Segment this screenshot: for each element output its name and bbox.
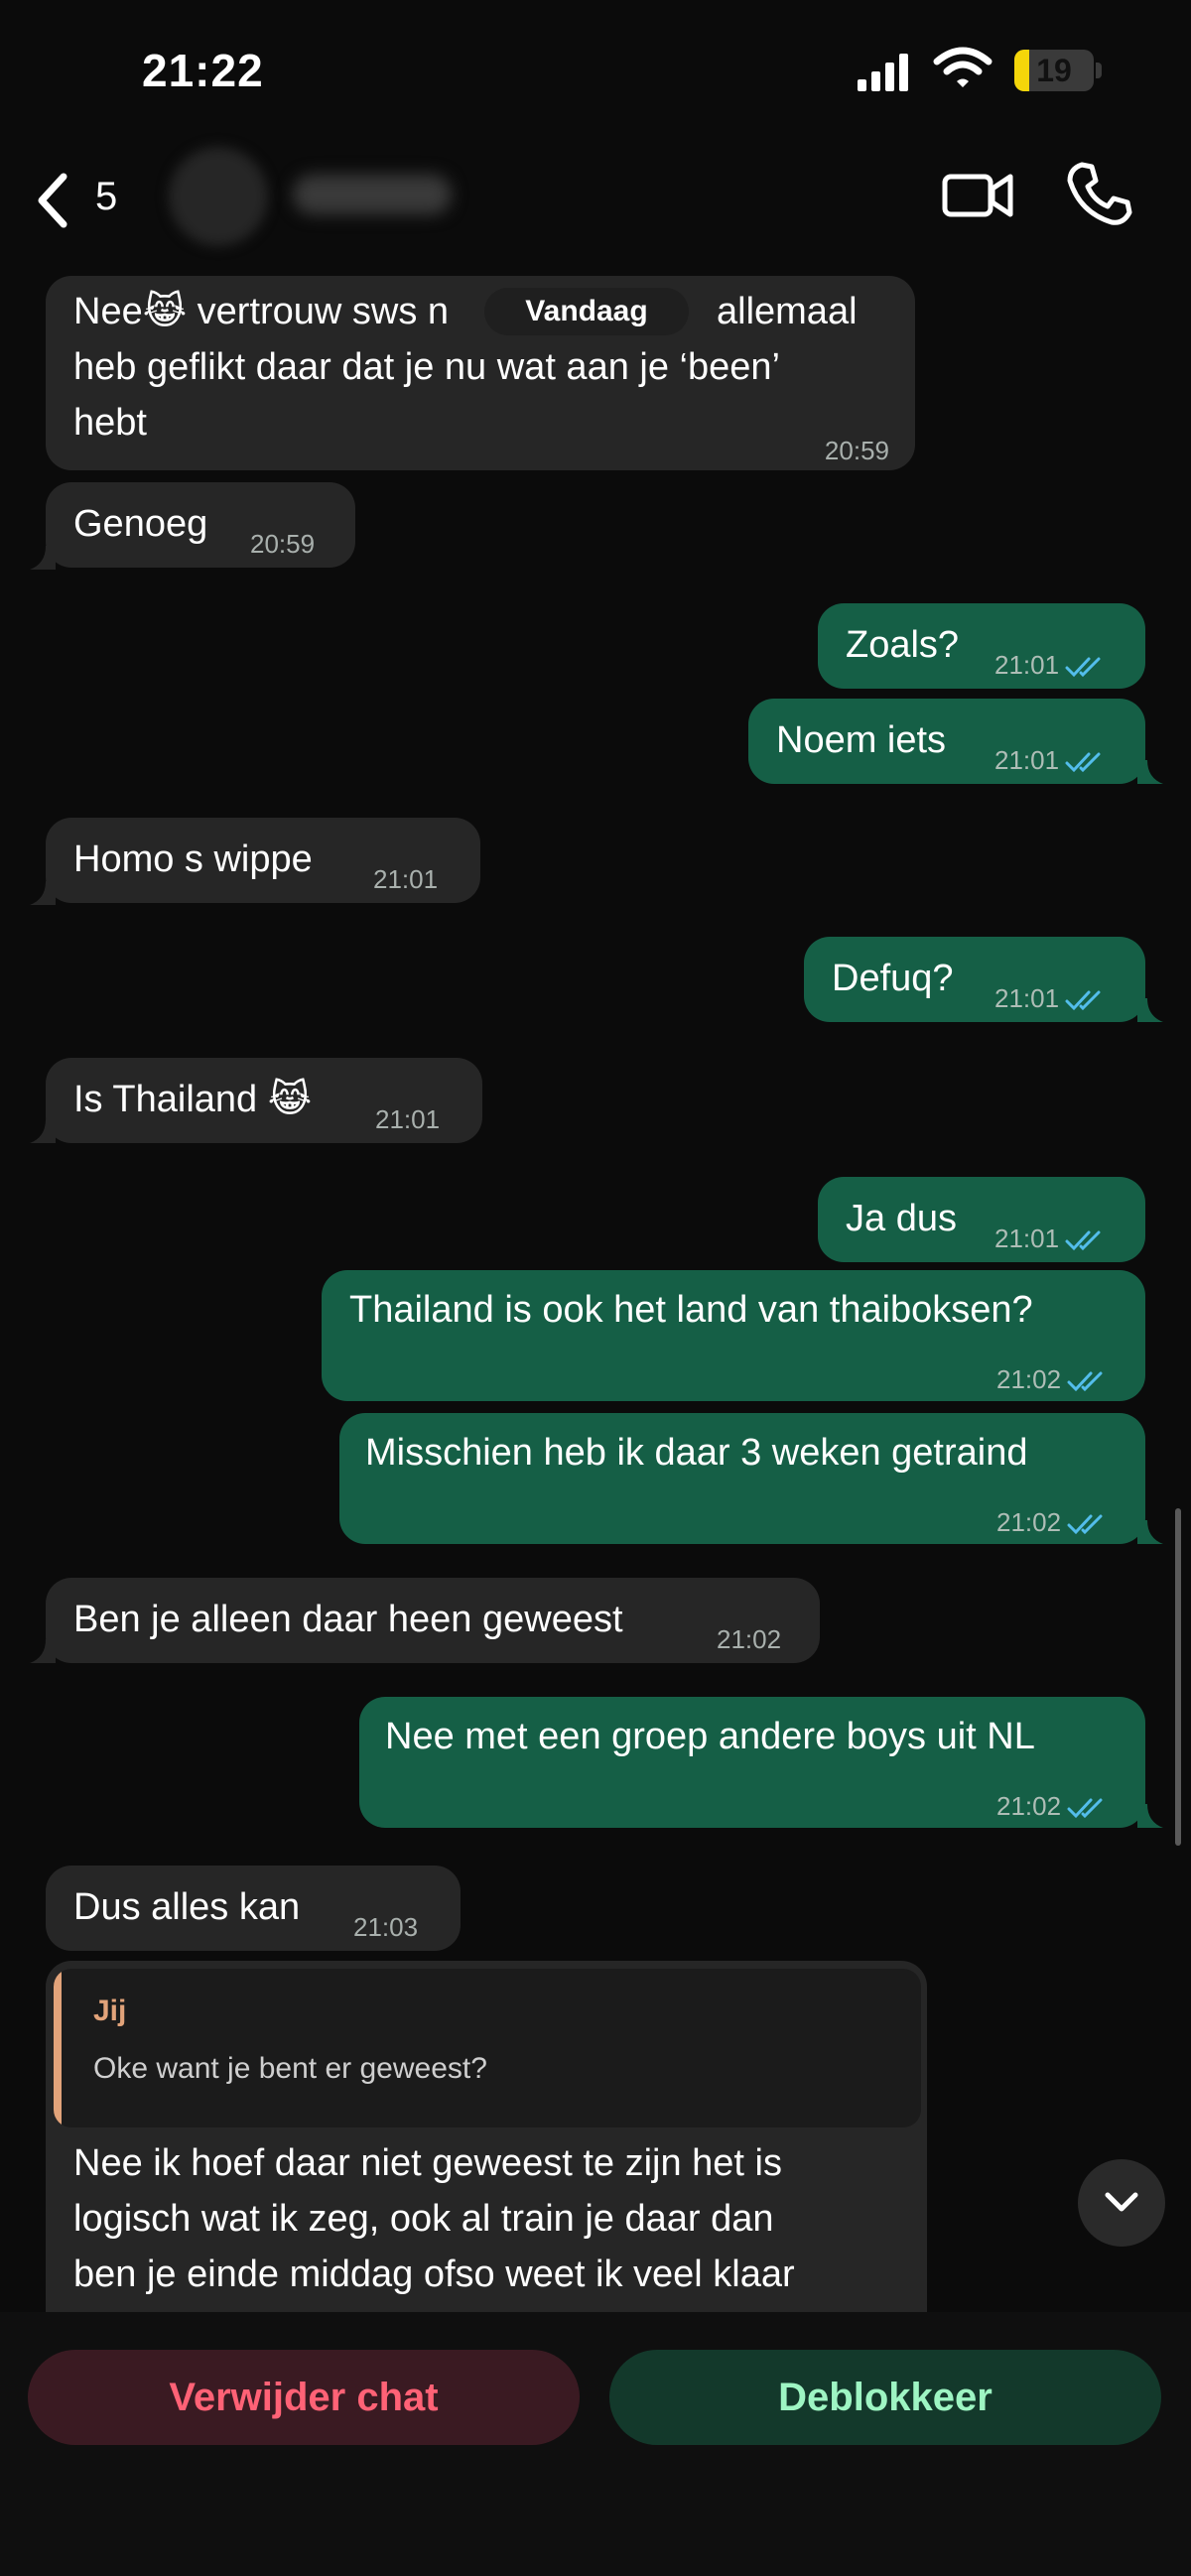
message-text: Zoals? [846,624,960,666]
double-check-icon [1067,1798,1103,1819]
message-time: 21:02 [996,1507,1062,1537]
contact-name[interactable] [293,175,452,214]
unblock-button[interactable]: Deblokkeer [609,2350,1161,2445]
message-bubble-outgoing[interactable]: Noem iets 21:01 [748,699,1145,784]
message-text: Genoeg [73,503,208,545]
battery-level: 19 [1036,53,1072,88]
message-time: 20:59 [250,529,316,559]
scroll-to-bottom-button[interactable] [1078,2159,1165,2247]
message-bubble-outgoing[interactable]: Defuq? 21:01 [804,937,1145,1022]
message-text: Thailand is ook het land van thaiboksen? [349,1289,1033,1331]
message-time: 21:02 [996,1791,1062,1821]
message-list[interactable]: Nee😹 vertrouw sws n allemaal heb geflikt… [0,258,1191,2312]
bubble-tail [1137,760,1163,784]
message-bubble-outgoing[interactable]: Thailand is ook het land van thaiboksen?… [322,1270,1145,1401]
video-camera-icon[interactable] [941,161,1016,230]
bubble-tail [30,881,56,905]
message-text: Nee met een groep andere boys uit NL [385,1716,1035,1757]
message-text: Ja dus [846,1198,957,1239]
message-time: 20:59 [824,436,889,465]
message-text: Is Thailand 😹 [73,1079,313,1120]
message-bubble-outgoing[interactable]: Ja dus 21:01 [818,1177,1145,1262]
blocked-chat-actions: Verwijder chat Deblokkeer [0,2312,1191,2576]
double-check-icon [1067,1371,1103,1392]
message-text: heb geflikt daar dat je nu wat aan je ‘b… [73,346,780,388]
unread-count: 5 [95,175,118,218]
message-text: logisch wat ik zeg, ook al train je daar… [73,2198,774,2240]
date-separator: Vandaag [484,288,689,335]
delete-chat-button[interactable]: Verwijder chat [28,2350,580,2445]
message-bubble-outgoing[interactable]: Nee met een groep andere boys uit NL 21:… [359,1697,1145,1828]
double-check-icon [1067,1514,1103,1535]
reply-quote[interactable]: Jij Oke want je bent er geweest? [54,1969,921,2127]
message-bubble-outgoing[interactable]: Zoals? 21:01 [818,603,1145,689]
message-text: allemaal [717,291,858,332]
bubble-tail [30,1639,56,1663]
chevron-left-icon [38,173,67,228]
quote-text: Oke want je bent er geweest? [93,2052,487,2085]
wifi-icon [933,47,992,87]
bubble-tail [1137,998,1163,1022]
bubble-tail [1137,1804,1163,1828]
chevron-down-icon [1105,2192,1138,2212]
bubble-tail [1137,1520,1163,1544]
message-text: hebt [73,402,147,444]
message-time: 21:01 [373,864,439,894]
message-time: 21:02 [717,1624,782,1654]
message-time: 21:01 [994,650,1060,680]
phone-icon[interactable] [1064,159,1133,228]
message-text: Noem iets [776,719,947,761]
double-check-icon [1065,1230,1101,1251]
message-bubble-outgoing[interactable]: Misschien heb ik daar 3 weken getraind 2… [339,1413,1145,1544]
message-bubble-incoming[interactable]: Is Thailand 😹 21:01 [46,1058,482,1143]
message-bubble-incoming[interactable]: Homo s wippe 21:01 [46,818,480,903]
message-time: 21:01 [994,745,1060,775]
message-text: Dus alles kan [73,1886,301,1928]
message-text: Misschien heb ik daar 3 weken getraind [365,1432,1028,1474]
double-check-icon [1065,657,1101,678]
bubble-tail [30,546,56,570]
scrollbar[interactable] [1175,1508,1181,1846]
quote-author: Jij [93,1995,127,2027]
bubble-tail [30,1119,56,1143]
battery-icon: 19 [1014,50,1102,91]
message-text: Ben je alleen daar heen geweest [73,1599,623,1640]
back-button[interactable]: 5 [26,161,155,230]
message-time: 21:01 [375,1104,441,1134]
double-check-icon [1065,752,1101,773]
message-text: Homo s wippe [73,838,313,880]
double-check-icon [1065,990,1101,1011]
quote-bar [54,1969,62,2127]
message-bubble-incoming[interactable]: Genoeg 20:59 [46,482,355,568]
message-time: 21:01 [994,1224,1060,1253]
message-time: 21:01 [994,983,1060,1013]
message-text: Nee ik hoef daar niet geweest te zijn he… [73,2142,782,2184]
message-bubble-incoming[interactable]: Dus alles kan 21:03 [46,1866,461,1951]
chat-header: 5 [0,139,1191,258]
message-text: ben je einde middag ofso weet ik veel kl… [73,2254,795,2295]
message-text: Defuq? [832,958,954,999]
avatar[interactable] [169,147,268,246]
message-bubble-incoming[interactable]: Ben je alleen daar heen geweest 21:02 [46,1578,820,1663]
status-time: 21:22 [142,45,264,96]
message-text: Nee😹 vertrouw sws n [73,291,450,332]
cellular-signal-icon [858,54,908,91]
status-bar: 21:22 19 [0,0,1191,139]
message-bubble-incoming[interactable]: Nee😹 vertrouw sws n allemaal heb geflikt… [46,276,915,470]
message-time: 21:02 [996,1364,1062,1394]
message-time: 21:03 [353,1912,419,1942]
